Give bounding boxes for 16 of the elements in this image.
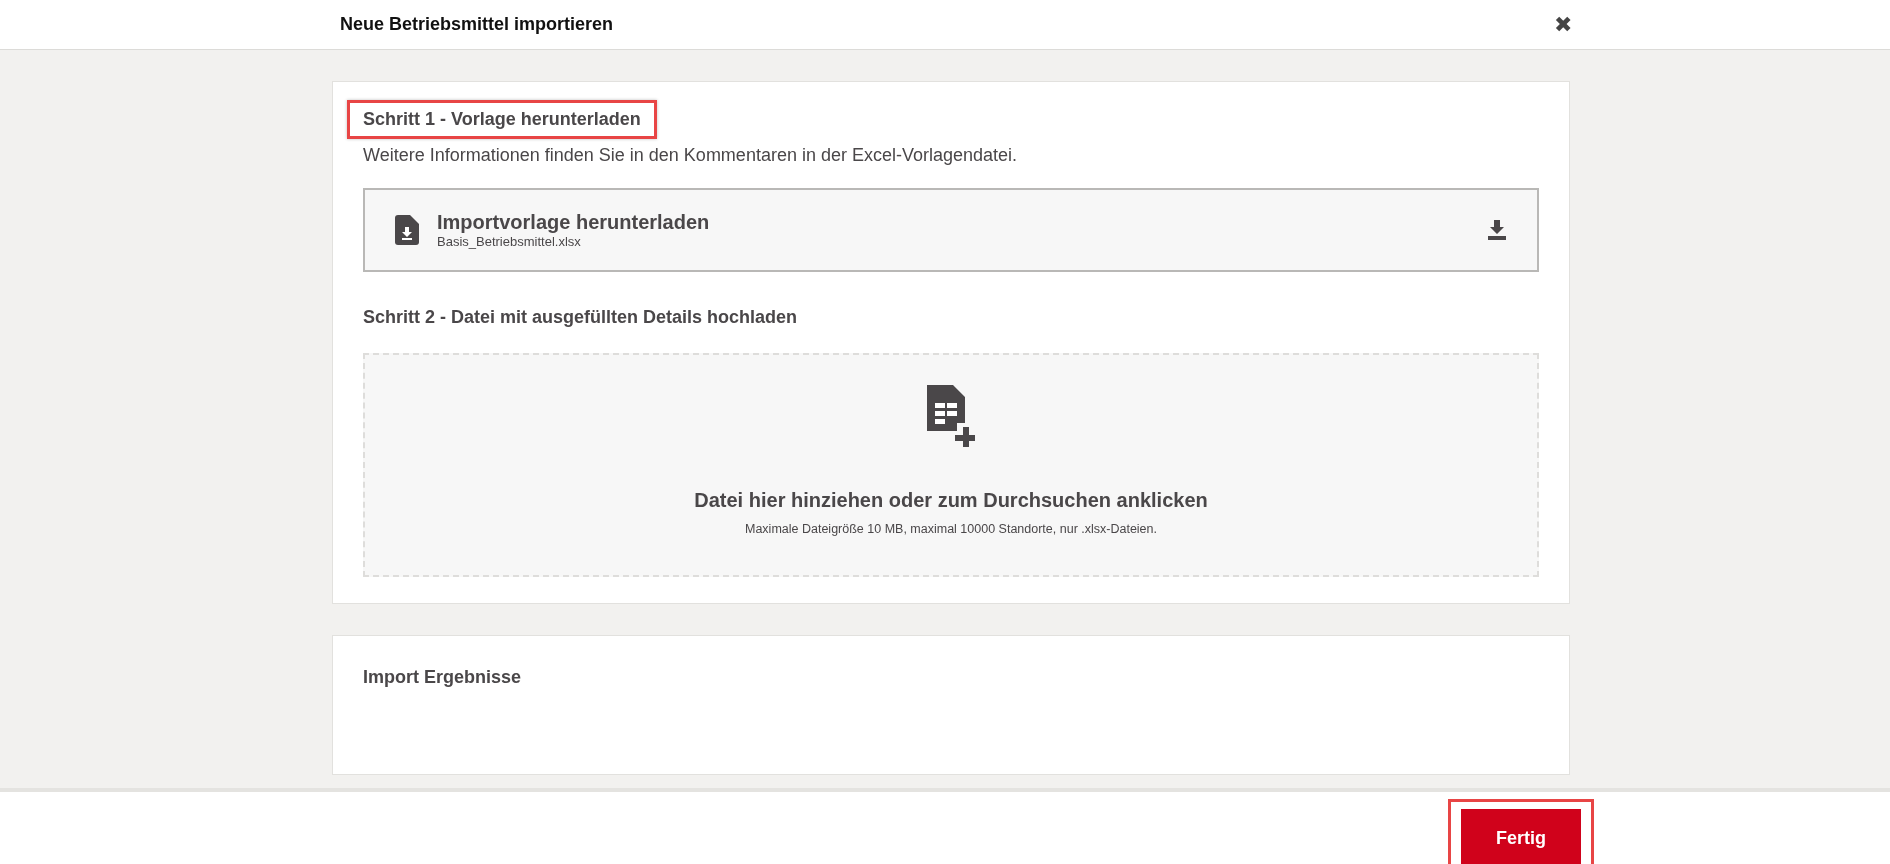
dialog-title: Neue Betriebsmittel importieren xyxy=(340,14,614,35)
dropzone-prompt: Datei hier hinziehen oder zum Durchsuchen anklicken xyxy=(694,489,1208,512)
file-add-icon xyxy=(927,385,975,447)
done-button[interactable]: Fertig xyxy=(1461,809,1581,864)
close-button[interactable]: ✖ xyxy=(1554,13,1572,36)
results-heading: Import Ergebnisse xyxy=(362,666,523,689)
template-download-button[interactable]: Importvorlage herunterladen Basis_Betriebsmittel.xlsx xyxy=(363,188,1539,272)
download-icon[interactable] xyxy=(1487,220,1507,240)
step-heading: Schritt 1 - Vorlage herunterladen xyxy=(347,100,657,139)
step-description: Weitere Informationen finden Sie in den Kommentaren in der Excel-Vorlagendatei. xyxy=(363,145,1019,166)
step-heading: Schritt 2 - Datei mit ausgefüllten Details hochladen xyxy=(362,306,799,329)
download-title: Importvorlage herunterladen xyxy=(437,211,711,234)
file-download-icon xyxy=(395,215,419,245)
dropzone-hint: Maximale Dateigröße 10 MB, maximal 10000 Standorte, nur .xlsx-Dateien. xyxy=(745,522,1157,536)
file-dropzone[interactable]: Datei hier hinziehen oder zum Durchsuchen anklicken Maximale Dateigröße 10 MB, maximal 10000 Standorte, nur .xlsx-Dateien. xyxy=(363,353,1539,577)
file-name: Basis_Betriebsmittel.xlsx xyxy=(437,234,582,249)
